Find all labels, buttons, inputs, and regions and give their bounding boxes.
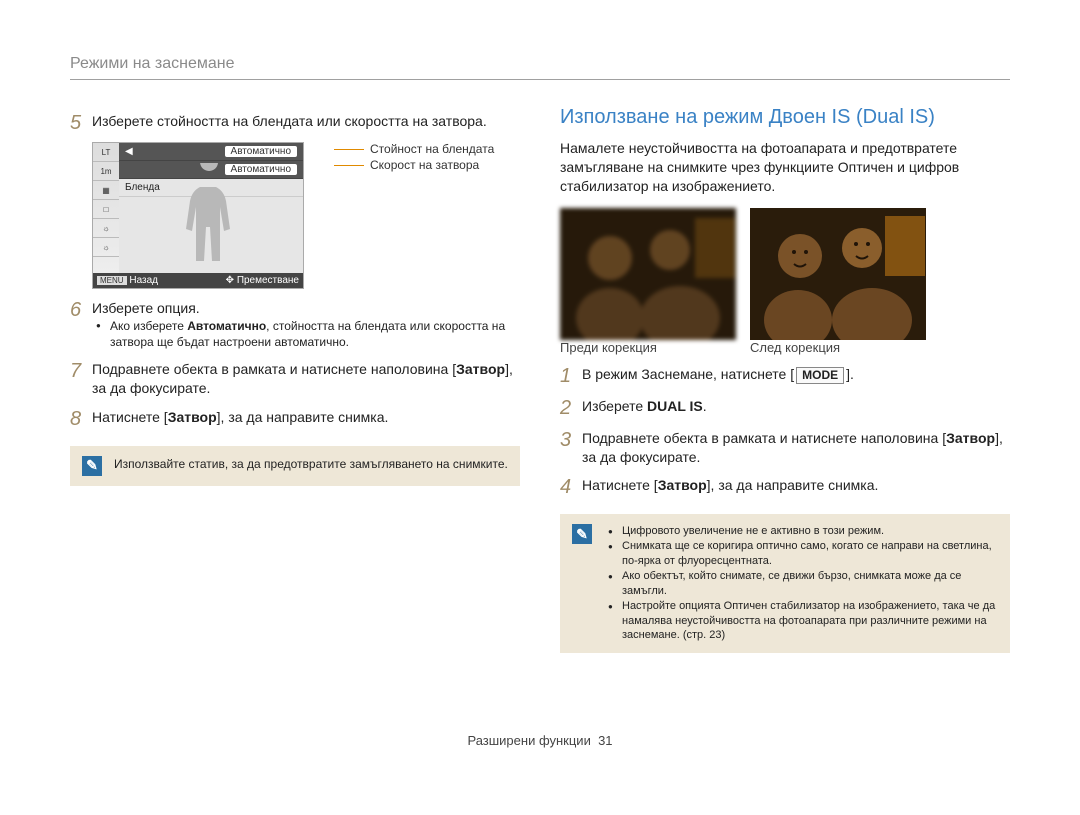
step-5-number: 5 (70, 112, 92, 134)
note-text-left: Използвайте статив, за да предотвратите … (114, 456, 508, 476)
step-7-number: 7 (70, 360, 92, 398)
r-step-2-number: 2 (560, 397, 582, 419)
r-step-4-text: Натиснете [Затвор], за да направите сним… (582, 476, 878, 498)
r-step-1-text: В режим Заснемане, натиснете [ (582, 366, 794, 382)
left-column: 5 Изберете стойността на блендата или ск… (70, 102, 520, 653)
lcd-menu-back: MENU Назад (97, 275, 158, 286)
lcd-move: ✥ Преместване (226, 275, 299, 286)
r-note-3: Ако обектът, който снимате, се движи бър… (604, 569, 998, 599)
right-column: Използване на режим Двоен IS (Dual IS) Н… (560, 102, 1010, 653)
lcd-annotations: Стойност на блендата Скорост на затвора (334, 142, 494, 172)
step-7-text: Подравнете обекта в рамката и натиснете … (92, 360, 520, 398)
r-note-2: Снимката ще се коригира оптично само, ко… (604, 539, 998, 569)
label-after: След корекция (750, 340, 926, 355)
photo-after (750, 208, 926, 340)
step-6-text: Изберете опция. (92, 299, 520, 318)
section-title: Използване на режим Двоен IS (Dual IS) (560, 106, 1010, 129)
lcd-screenshot: LT 1m ▦ □ ☼ ☼ ◀ Автоматично (92, 142, 304, 289)
note-box-right: ✎ Цифровото увеличение не е активно в то… (560, 514, 1010, 653)
note-box-left: ✎ Използвайте статив, за да предотвратит… (70, 446, 520, 486)
r-step-3-text: Подравнете обекта в рамката и натиснете … (582, 429, 1010, 467)
annotation-aperture: Стойност на блендата (370, 142, 494, 156)
info-icon: ✎ (82, 456, 102, 476)
page-header: Режими на заснемане (70, 55, 1010, 80)
label-before: Преди корекция (560, 340, 736, 355)
r-step-3-number: 3 (560, 429, 582, 467)
mode-key: MODE (796, 367, 844, 385)
lcd-auto-1: Автоматично (225, 146, 297, 157)
step-5-text: Изберете стойността на блендата или скор… (92, 112, 487, 134)
step-8-text: Натиснете [Затвор], за да направите сним… (92, 408, 388, 430)
footer: Разширени функции 31 (70, 733, 1010, 748)
r-step-4-number: 4 (560, 476, 582, 498)
lcd-sidebar: LT 1m ▦ □ ☼ ☼ (93, 143, 119, 273)
intro-text: Намалете неустойчивостта на фотоапарата … (560, 139, 1010, 196)
step-6-number: 6 (70, 299, 92, 350)
info-icon: ✎ (572, 524, 592, 544)
step-6-bullet: Ако изберете Автоматично, стойността на … (92, 318, 520, 350)
r-step-1-number: 1 (560, 365, 582, 387)
step-8-number: 8 (70, 408, 92, 430)
photo-before (560, 208, 736, 340)
r-note-1: Цифровото увеличение не е активно в този… (604, 524, 998, 539)
annotation-shutter: Скорост на затвора (370, 158, 479, 172)
r-step-2-text: Изберете DUAL IS. (582, 397, 707, 419)
r-note-4: Настройте опцията Оптичен стабилизатор н… (604, 599, 998, 644)
